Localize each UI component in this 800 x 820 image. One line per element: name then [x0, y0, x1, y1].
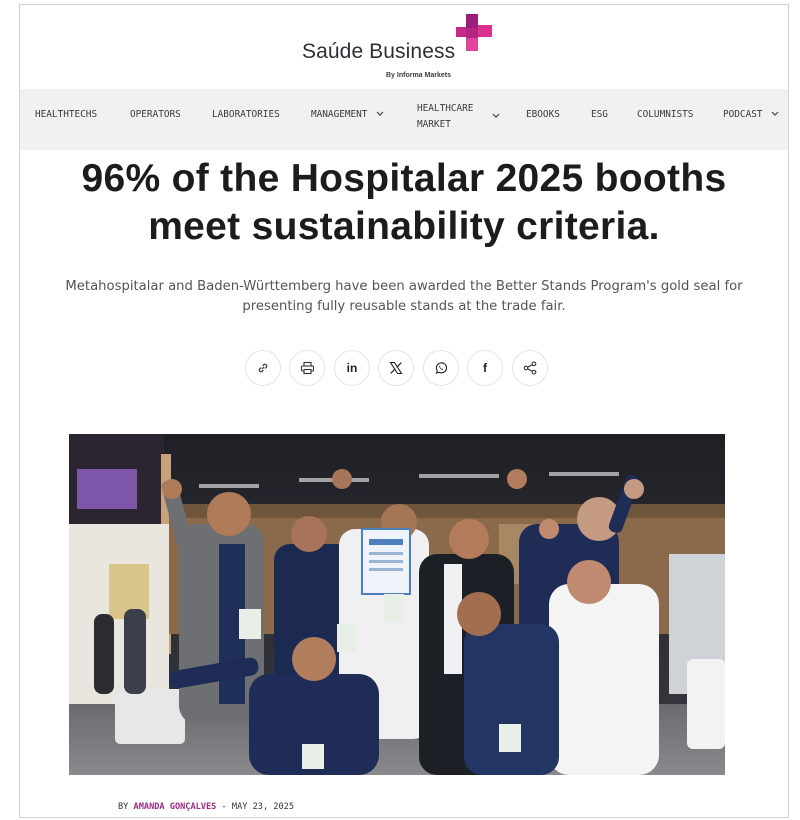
nav-item-laboratories[interactable]: LABORATORIES [212, 107, 280, 123]
nav-item-healthtechs[interactable]: HEALTHTECHS [35, 107, 97, 123]
nav-label: HEALTHTECHS [35, 109, 98, 120]
x-icon [389, 361, 403, 375]
article-headline: 96% of the Hospitalar 2025 booths meet s… [20, 155, 788, 251]
nav-label: HEALTHCARE [417, 103, 474, 114]
headline-line-1: 96% of the Hospitalar 2025 booths [81, 157, 727, 200]
nav-label: LABORATORIES [212, 109, 280, 120]
subhead-line-1: Metahospitalar and Baden-Württemberg hav… [65, 279, 743, 294]
headline-line-2: meet sustainability criteria. [148, 205, 660, 248]
page-frame: Saúde Business By Informa Markets HEALTH… [19, 4, 789, 818]
nav-label: MANAGEMENT [311, 109, 368, 120]
logo-cross-icon[interactable] [456, 13, 494, 53]
share-icon [523, 361, 537, 375]
share-x-button[interactable] [378, 350, 414, 386]
site-header: Saúde Business By Informa Markets [20, 5, 788, 89]
share-linkedin-button[interactable]: in [334, 350, 370, 386]
chevron-down-icon [771, 111, 779, 116]
nav-label: PODCAST [723, 109, 763, 120]
site-logo-tagline: By Informa Markets [386, 72, 451, 79]
subhead-line-2: presenting fully reusable stands at the … [242, 299, 566, 314]
main-nav: HEALTHTECHS OPERATORS LABORATORIES MANAG… [20, 89, 788, 150]
link-icon [258, 363, 268, 373]
nav-item-healthcare-market[interactable]: HEALTHCARE MARKET [417, 101, 500, 133]
hero-photo [69, 434, 725, 775]
nav-label: ESG [591, 109, 608, 120]
print-button[interactable] [289, 350, 325, 386]
nav-item-management[interactable]: MANAGEMENT [311, 107, 384, 123]
share-more-button[interactable] [512, 350, 548, 386]
whatsapp-icon [435, 362, 447, 374]
copy-link-button[interactable] [245, 350, 281, 386]
nav-item-columnists[interactable]: COLUMNISTS [637, 107, 693, 123]
site-logo-text[interactable]: Saúde Business [302, 40, 455, 64]
chevron-down-icon [492, 113, 500, 118]
nav-label: COLUMNISTS [637, 109, 694, 120]
facebook-icon: f [483, 361, 487, 375]
share-facebook-button[interactable]: f [467, 350, 503, 386]
article-byline: BY AMANDA GONÇALVES - MAY 23, 2025 [118, 802, 294, 812]
nav-item-podcast[interactable]: PODCAST [723, 107, 779, 123]
author-link[interactable]: AMANDA GONÇALVES [134, 802, 217, 812]
article-hero-image [69, 434, 725, 775]
share-whatsapp-button[interactable] [423, 350, 459, 386]
print-icon [300, 361, 314, 375]
publish-date: MAY 23, 2025 [231, 802, 294, 812]
nav-item-operators[interactable]: OPERATORS [130, 107, 181, 123]
byline-prefix: BY [118, 802, 129, 812]
nav-label: EBOOKS [526, 109, 560, 120]
nav-label: OPERATORS [130, 109, 181, 120]
nav-item-ebooks[interactable]: EBOOKS [526, 107, 560, 123]
chevron-down-icon [376, 111, 384, 116]
article-subheadline: Metahospitalar and Baden-Württemberg hav… [20, 277, 788, 317]
byline-separator: - [221, 802, 227, 812]
nav-label-line2: MARKET [417, 119, 451, 130]
linkedin-icon: in [346, 361, 358, 375]
nav-item-esg[interactable]: ESG [591, 107, 608, 123]
